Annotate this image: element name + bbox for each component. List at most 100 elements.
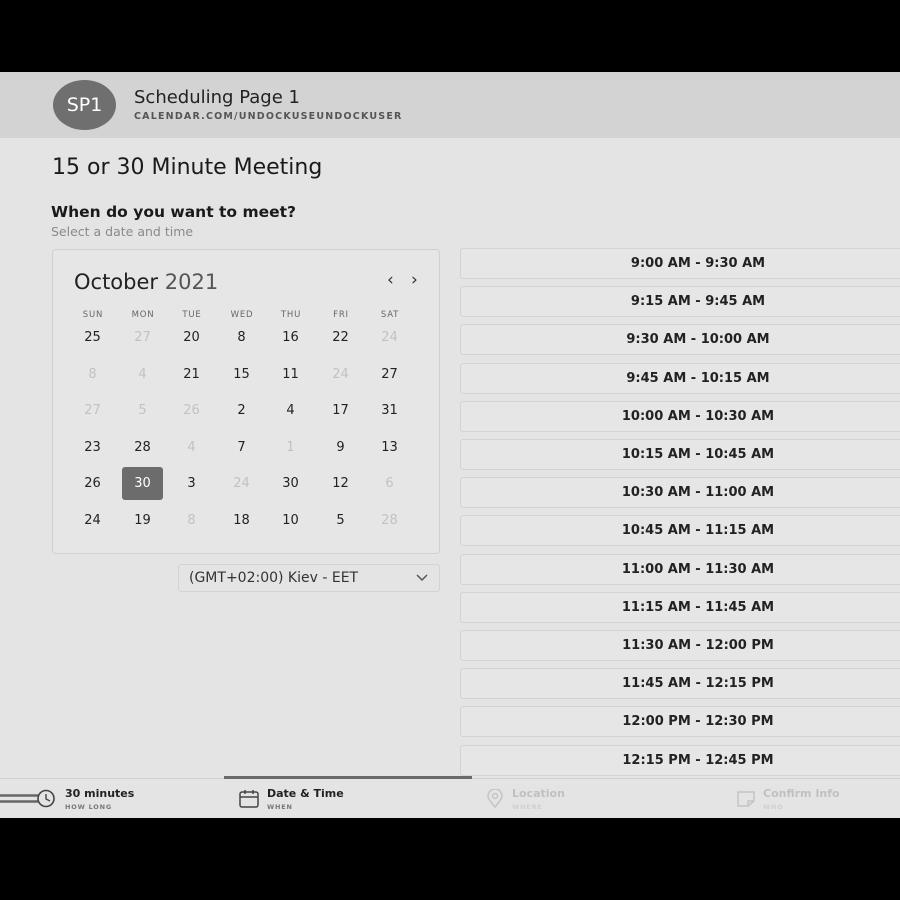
meeting-title: 15 or 30 Minute Meeting	[52, 155, 323, 180]
time-slot-button[interactable]: 11:45 AM - 12:15 PM	[460, 668, 900, 700]
calendar-day[interactable]: 24	[72, 504, 113, 537]
step-date-time-label: Date & Time	[267, 787, 344, 800]
calendar-day: 24	[332, 367, 349, 382]
calendar-day[interactable]: 30	[270, 467, 311, 500]
weekday-label: THU	[280, 310, 302, 320]
calendar-day[interactable]: 9	[320, 431, 361, 464]
time-slot-button[interactable]: 9:30 AM - 10:00 AM	[460, 324, 900, 356]
calendar-day[interactable]: 25	[72, 321, 113, 354]
time-slot-label: 11:00 AM - 11:30 AM	[621, 561, 775, 577]
time-slot-button[interactable]: 10:45 AM - 11:15 AM	[460, 515, 900, 547]
next-month-button[interactable]: ›	[411, 270, 418, 290]
calendar-day[interactable]: 12	[320, 467, 361, 500]
calendar-month: October	[74, 270, 159, 294]
calendar-icon	[239, 790, 259, 808]
step-location[interactable]: Location WHERE	[484, 779, 684, 818]
header: SP1 Scheduling Page 1 CALENDAR.COM/UNDOC…	[0, 72, 900, 138]
time-slot-label: 10:45 AM - 11:15 AM	[621, 523, 775, 539]
calendar-day[interactable]: 4	[270, 394, 311, 427]
weekday-label: SUN	[82, 310, 104, 320]
page-url[interactable]: CALENDAR.COM/UNDOCKUSEUNDOCKUSER	[134, 111, 403, 122]
time-slot-label: 12:00 PM - 12:30 PM	[622, 714, 774, 730]
calendar-day[interactable]: 8	[221, 321, 262, 354]
weekday-label: FRI	[333, 310, 349, 320]
time-slot-button[interactable]: 9:45 AM - 10:15 AM	[460, 362, 900, 394]
calendar-day[interactable]: 2	[221, 394, 262, 427]
calendar-day: 5	[138, 403, 147, 418]
calendar-day: 28	[381, 513, 398, 528]
step-confirm-info-sub: WHO	[763, 803, 784, 811]
weekday-label: TUE	[182, 310, 202, 320]
calendar-day[interactable]: 17	[320, 394, 361, 427]
calendar-day: 4	[187, 440, 196, 455]
calendar-day: 6	[385, 476, 394, 491]
time-slot-label: 10:00 AM - 10:30 AM	[621, 408, 775, 424]
time-slot-label: 9:15 AM - 9:45 AM	[630, 294, 766, 310]
section-hint: Select a date and time	[51, 224, 194, 239]
weekday-label: SAT	[380, 310, 400, 320]
calendar-day[interactable]: 22	[320, 321, 361, 354]
step-location-label: Location	[512, 787, 565, 800]
step-confirm-info[interactable]: Confirm Info WHO	[734, 779, 900, 818]
time-slot-button[interactable]: 10:30 AM - 11:00 AM	[460, 477, 900, 509]
calendar-day[interactable]: 10	[270, 504, 311, 537]
calendar-day[interactable]: 7	[221, 431, 262, 464]
time-slot-button[interactable]: 11:00 AM - 11:30 AM	[460, 553, 900, 585]
calendar-day: 4	[138, 367, 147, 382]
step-duration[interactable]: 30 minutes HOW LONG	[0, 779, 220, 818]
time-slot-button[interactable]: 12:00 PM - 12:30 PM	[460, 706, 900, 738]
scheduling-page: SP1 Scheduling Page 1 CALENDAR.COM/UNDOC…	[0, 72, 900, 818]
time-slot-button[interactable]: 11:15 AM - 11:45 AM	[460, 591, 900, 623]
location-pin-icon	[487, 789, 503, 809]
timezone-select[interactable]: (GMT+02:00) Kiev - EET	[178, 564, 440, 592]
time-slot-label: 11:45 AM - 12:15 PM	[622, 676, 774, 692]
time-slot-label: 9:45 AM - 10:15 AM	[626, 370, 770, 386]
calendar-day[interactable]: 28	[122, 431, 163, 464]
calendar-day[interactable]: 18	[221, 504, 262, 537]
time-slot-label: 12:15 PM - 12:45 PM	[622, 752, 774, 768]
step-bar: 30 minutes HOW LONG Date & Time WHEN Loc…	[0, 776, 900, 818]
calendar-day[interactable]: 16	[270, 321, 311, 354]
time-slot-button[interactable]: 9:15 AM - 9:45 AM	[460, 286, 900, 318]
step-date-time[interactable]: Date & Time WHEN	[224, 779, 472, 818]
calendar-day[interactable]: 19	[122, 504, 163, 537]
calendar-day[interactable]: 13	[369, 431, 410, 464]
time-slot-button[interactable]: 12:15 PM - 12:45 PM	[460, 744, 900, 776]
time-slot-button[interactable]: 10:00 AM - 10:30 AM	[460, 400, 900, 432]
calendar-day: 8	[187, 513, 196, 528]
time-slot-label: 11:30 AM - 12:00 PM	[622, 638, 774, 653]
calendar-day: 24	[381, 330, 398, 345]
step-date-time-sub: WHEN	[267, 803, 293, 811]
calendar-day[interactable]: 21	[171, 358, 212, 391]
time-slot-label: 10:15 AM - 10:45 AM	[621, 447, 775, 462]
weekday-label: WED	[230, 310, 254, 320]
calendar-day: 27	[84, 403, 101, 418]
time-slot-label: 11:15 AM - 11:45 AM	[621, 599, 775, 615]
calendar-day[interactable]: 31	[369, 394, 410, 427]
calendar-day[interactable]: 11	[270, 358, 311, 391]
calendar-day[interactable]: 20	[171, 321, 212, 354]
avatar: SP1	[53, 80, 116, 130]
calendar-day: 24	[233, 476, 250, 491]
time-slot-button[interactable]: 11:30 AM - 12:00 PM	[460, 630, 900, 661]
calendar-day[interactable]: 15	[221, 358, 262, 391]
step-confirm-info-label: Confirm Info	[763, 787, 840, 800]
previous-month-button[interactable]: ‹	[387, 270, 394, 290]
time-slot-button[interactable]: 10:15 AM - 10:45 AM	[460, 439, 900, 470]
calendar-day[interactable]: 3	[171, 467, 212, 500]
calendar-day[interactable]: 5	[320, 504, 361, 537]
clock-icon	[0, 789, 55, 808]
time-slot-button[interactable]: 9:00 AM - 9:30 AM	[460, 248, 900, 279]
step-duration-sub: HOW LONG	[65, 803, 113, 811]
page-name: Scheduling Page 1	[134, 87, 300, 108]
section-heading: When do you want to meet?	[51, 203, 297, 221]
date-picker: October 2021 ‹ › SUN MON TUE WED THU FRI SAT 2…	[52, 249, 440, 554]
calendar-day[interactable]: 26	[72, 467, 113, 500]
time-slot-label: 10:30 AM - 11:00 AM	[621, 485, 775, 501]
calendar-day[interactable]: 27	[369, 358, 410, 391]
selected-day[interactable]: 30	[122, 467, 163, 500]
timezone-label: (GMT+02:00) Kiev - EET	[189, 570, 359, 586]
calendar-month-year: October 2021	[74, 270, 218, 294]
calendar-day[interactable]: 23	[72, 431, 113, 464]
time-slot-label: 9:30 AM - 10:00 AM	[626, 332, 770, 348]
